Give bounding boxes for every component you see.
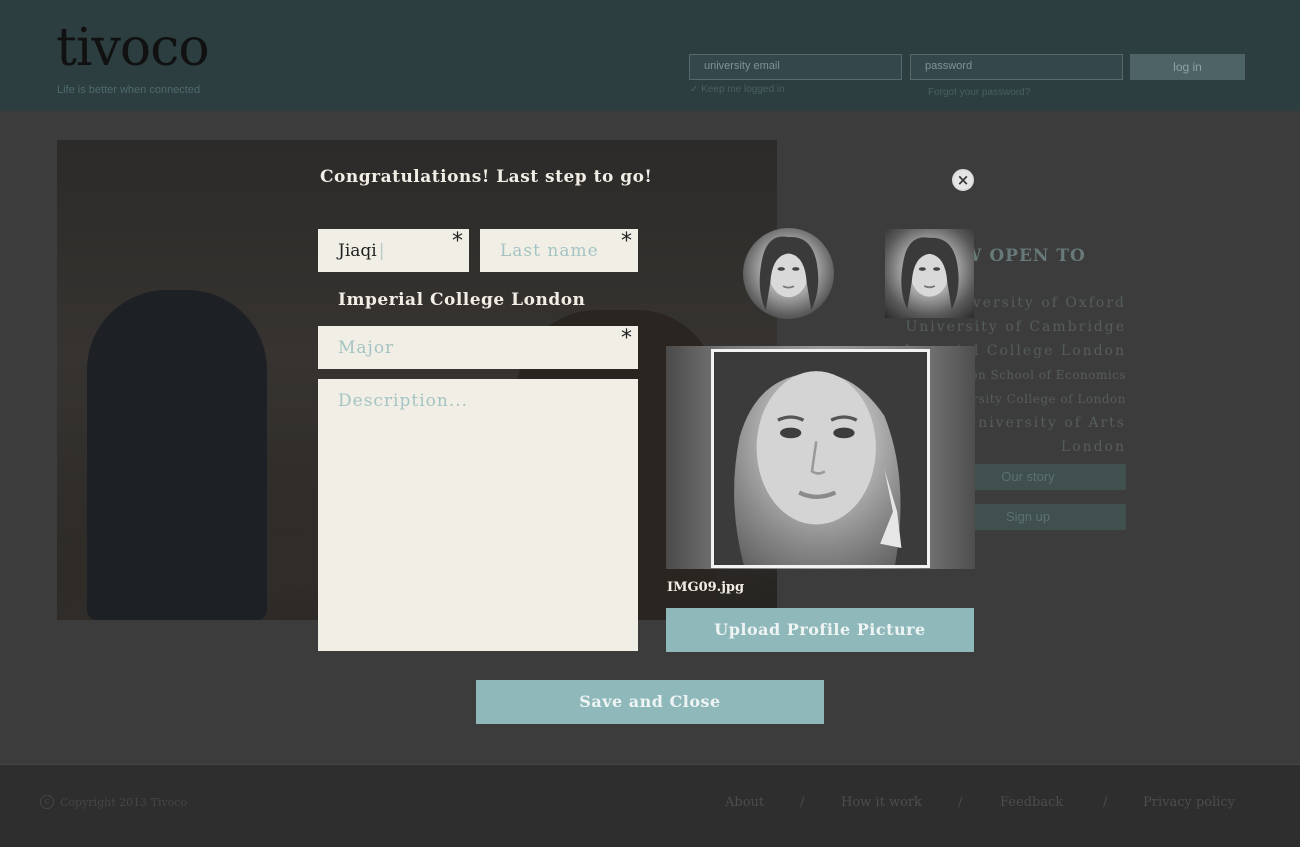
forgot-password-link[interactable]: Forgot your password? (928, 87, 1030, 98)
required-asterisk: * (621, 326, 632, 351)
avatar-preview-square (885, 229, 974, 318)
tagline: Life is better when connected (57, 84, 201, 96)
university-item: University of Cambridge (905, 319, 1126, 335)
email-input[interactable]: university email (689, 54, 902, 80)
avatar-preview-round (743, 228, 834, 319)
major-placeholder: Major (338, 337, 395, 358)
footer-link-privacy[interactable]: Privacy policy (1143, 795, 1235, 810)
last-name-field[interactable]: Last name * (480, 229, 638, 272)
description-field[interactable]: Description... (318, 379, 638, 651)
portrait-icon (759, 236, 819, 310)
footer-separator: / (1103, 795, 1108, 810)
keep-logged-in-label: Keep me logged in (701, 84, 785, 95)
password-input[interactable]: password (910, 54, 1123, 80)
logo[interactable]: tivoco (56, 18, 210, 78)
footer-link-how-it-work[interactable]: How it work (841, 795, 922, 810)
login-button[interactable]: log in (1130, 54, 1245, 80)
hero-person-left (87, 290, 267, 620)
copyright-text: Copyright 2013 Tivoco (60, 795, 188, 809)
check-icon: ✓ (690, 84, 699, 95)
required-asterisk: * (621, 229, 632, 254)
copyright-icon: c (40, 795, 54, 809)
first-name-field[interactable]: Jiaqi | * (318, 229, 469, 272)
file-name: IMG09.jpg (667, 580, 745, 595)
description-placeholder: Description... (338, 391, 469, 411)
footer-link-about[interactable]: About (725, 795, 764, 810)
close-icon[interactable]: × (952, 169, 974, 191)
footer-link-feedback[interactable]: Feedback (1000, 795, 1063, 810)
text-cursor: | (378, 240, 385, 261)
modal-title: Congratulations! Last step to go! (320, 167, 653, 187)
copyright: c Copyright 2013 Tivoco (40, 795, 187, 809)
school-name: Imperial College London (338, 290, 586, 310)
first-name-value: Jiaqi (338, 240, 377, 261)
footer-separator: / (800, 795, 805, 810)
footer-separator: / (958, 795, 963, 810)
last-name-placeholder: Last name (500, 240, 599, 261)
save-and-close-button[interactable]: Save and Close (476, 680, 824, 724)
keep-logged-in[interactable]: ✓ Keep me logged in (690, 84, 785, 95)
crop-selection-box[interactable] (711, 349, 930, 568)
major-field[interactable]: Major * (318, 326, 638, 369)
portrait-icon (901, 237, 959, 310)
upload-profile-picture-button[interactable]: Upload Profile Picture (666, 608, 974, 652)
header: tivoco Life is better when connected uni… (0, 0, 1300, 111)
portrait-icon (714, 352, 927, 565)
required-asterisk: * (452, 229, 463, 254)
